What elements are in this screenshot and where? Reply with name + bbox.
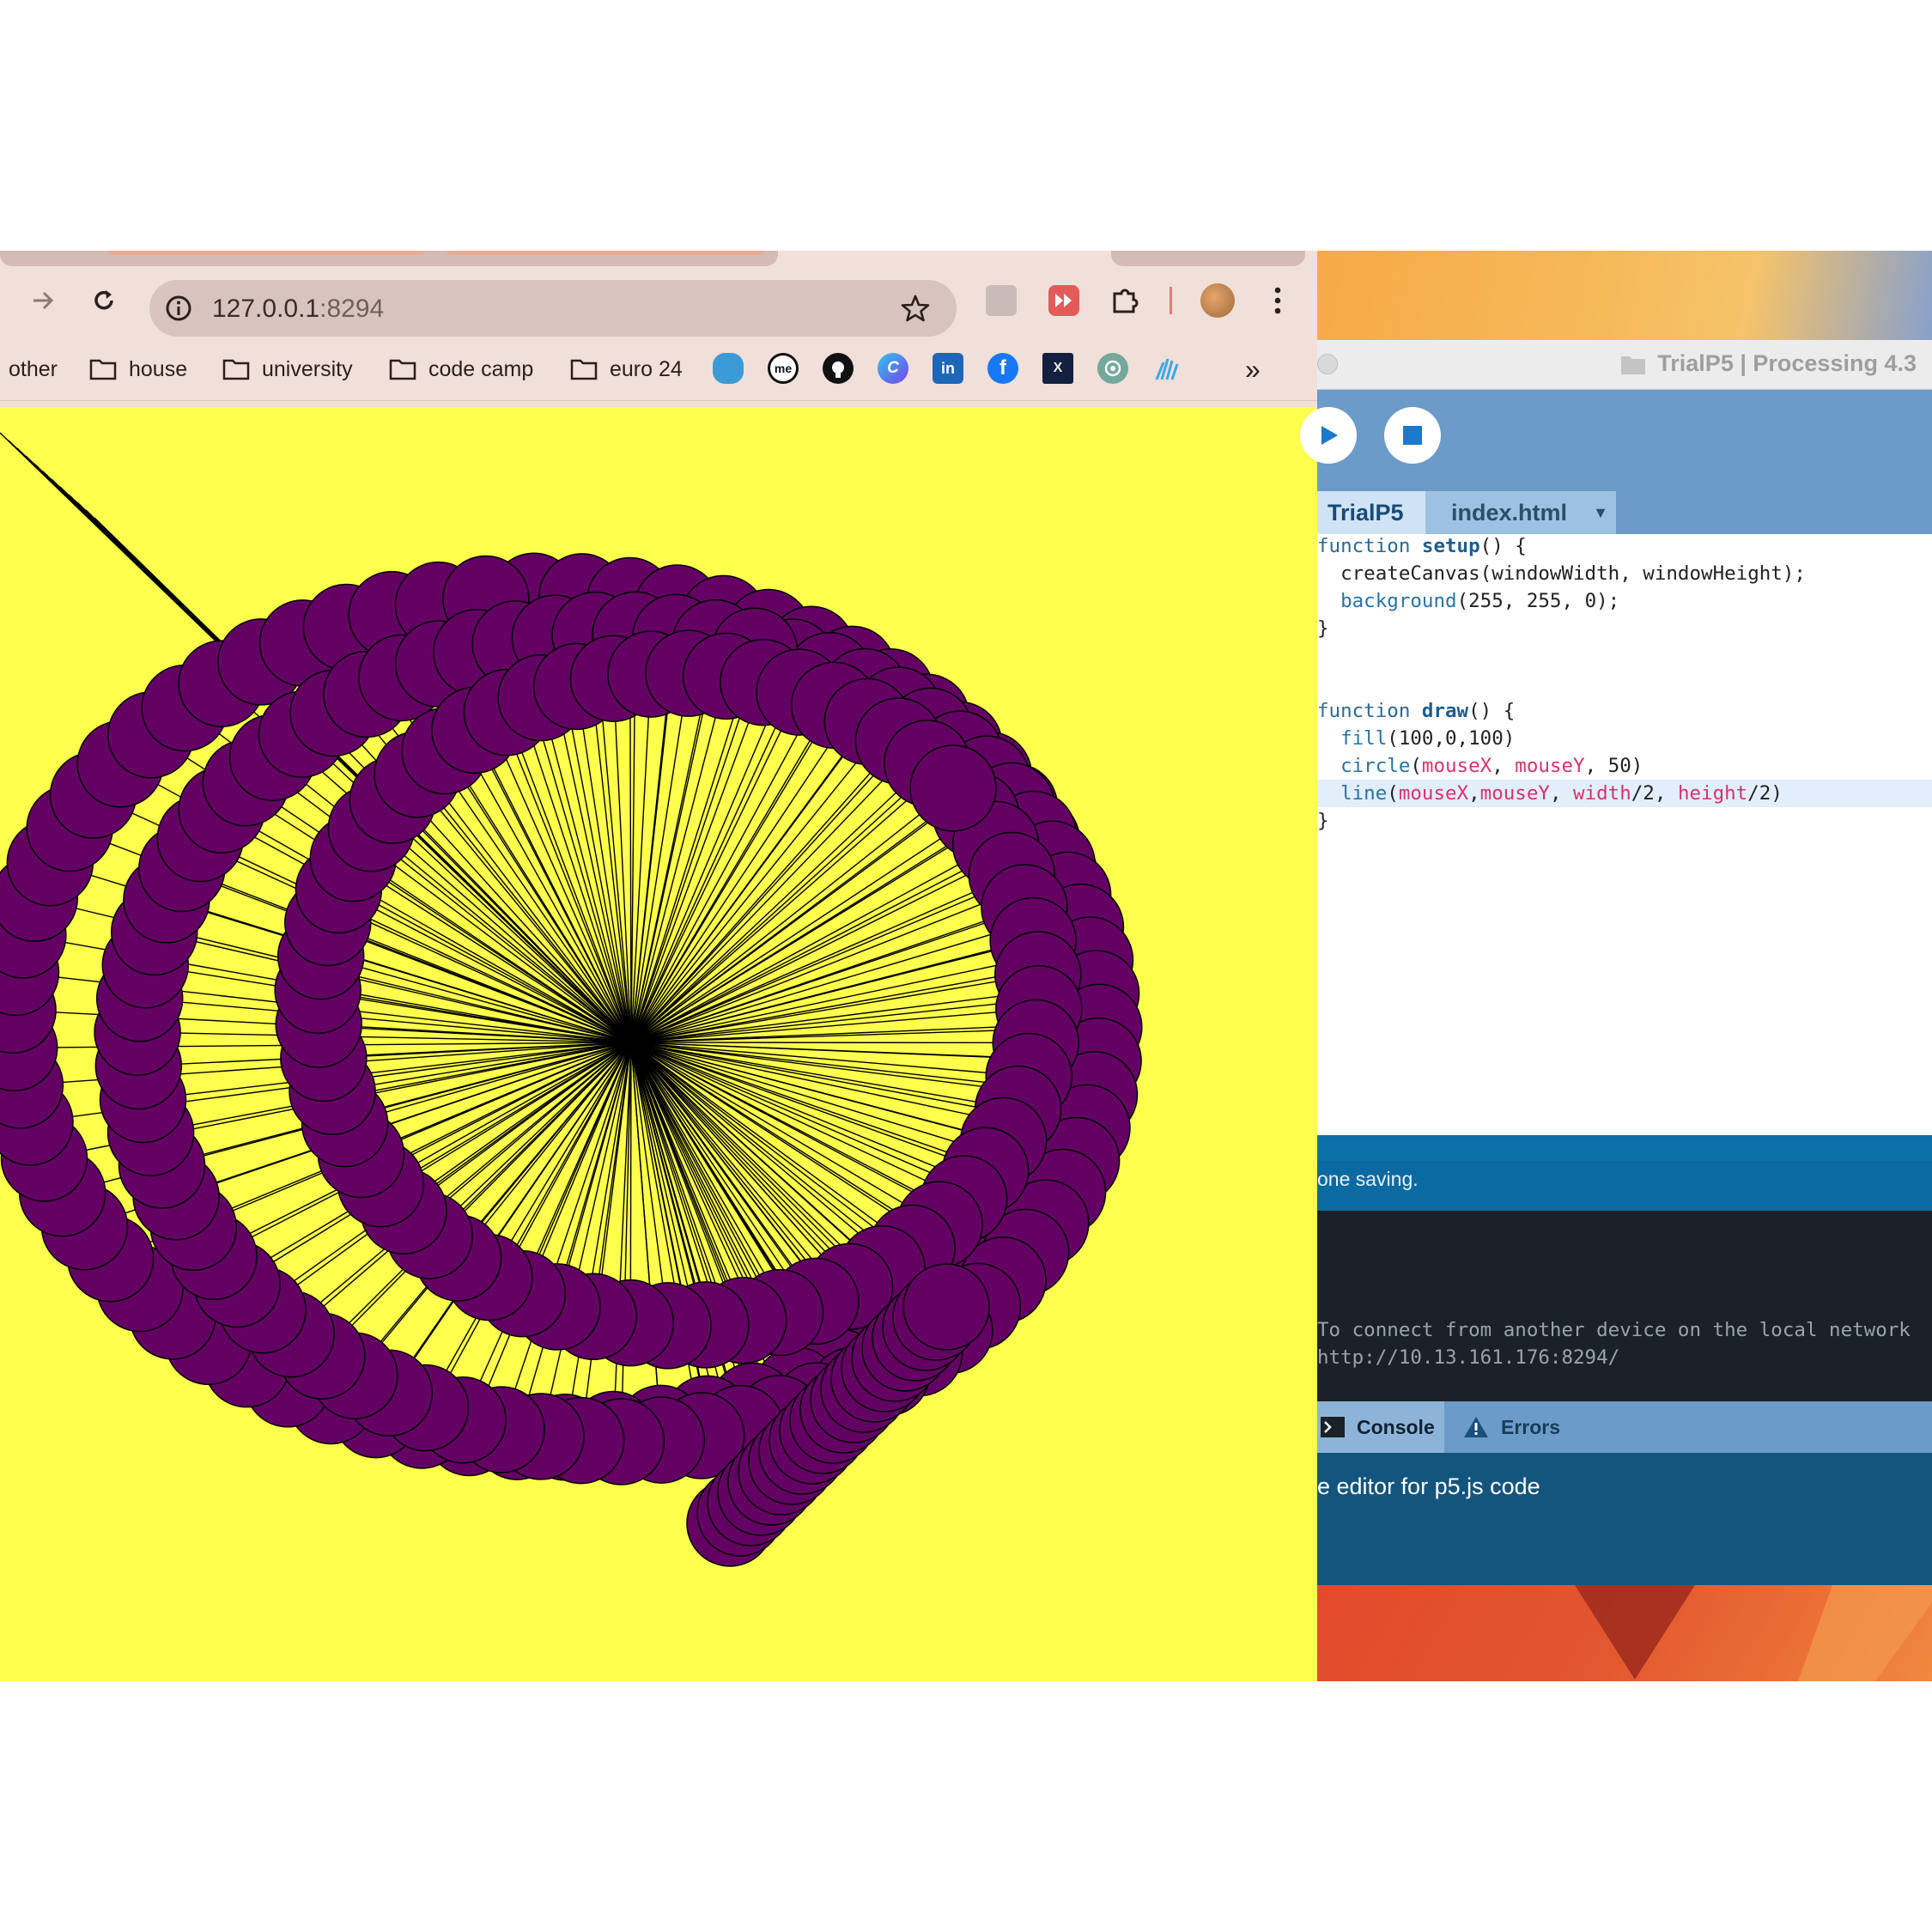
run-button[interactable] [1300,407,1357,464]
bookmark-other[interactable]: other [9,352,58,386]
p5-sketch-canvas[interactable] [0,407,1317,1681]
browser-window: 127.0.0.1:8294 other house university co… [0,251,1317,1681]
mode-description: e editor for p5.js code [1317,1473,1540,1499]
salesforce-cloud-icon[interactable] [713,353,744,384]
processing-toolbar [1300,390,1932,488]
sketch-drawing [0,432,1143,1567]
bookmark-folder-euro-24[interactable]: euro 24 [570,352,683,386]
dark-app-icon[interactable]: X [1042,353,1073,384]
code-line: background(255, 255, 0); [1340,590,1620,612]
sketch-line [370,828,632,1043]
desktop-wallpaper [1317,251,1932,340]
code-line: } [1317,617,1329,640]
code-editor[interactable]: function setup() { createCanvas(windowWi… [1317,534,1932,1135]
desktop-wallpaper-bottom [1317,1585,1932,1681]
code-line: fill(100,0,100) [1340,727,1516,750]
bookmark-star-icon[interactable] [900,293,931,324]
sparkle-icon[interactable] [1152,353,1183,384]
browser-tab[interactable] [0,251,778,266]
code-line: function draw() { [1317,700,1516,722]
window-control[interactable] [1317,354,1338,374]
arrow-right-icon [33,291,54,310]
stop-icon [1403,426,1422,445]
sketch-line [630,843,996,1043]
bookmark-folder-code-camp[interactable]: code camp [389,352,533,386]
sketch-line [630,1042,1030,1078]
sketch-line [630,1042,781,1313]
sketch-line [540,1042,632,1437]
browser-tab[interactable] [1111,251,1305,266]
sketch-circle [909,744,997,832]
c-app-icon[interactable]: C [878,353,908,384]
sketch-circle [902,1263,990,1351]
sketch-line [630,1008,1039,1043]
status-message: one saving. [1317,1168,1419,1190]
sketch-line [630,787,954,1043]
processing-window: TrialP5 | Processing 4.3 TrialP5 index.h… [1300,340,1932,1585]
address-bar[interactable]: 127.0.0.1:8294 [149,280,957,337]
sketch-line [630,939,1034,1043]
console-line: http://10.13.161.176:8294/ [1317,1346,1620,1369]
sketch-tabs: TrialP5 index.html ▼ [1317,488,1932,534]
toolbar-divider [1170,287,1172,314]
sketch-line [501,1042,632,1431]
folder-icon [389,359,416,380]
forward-button[interactable] [26,283,60,318]
kebab-menu-icon [1274,287,1281,314]
browser-toolbar: 127.0.0.1:8294 [0,266,1317,337]
bookmark-folder-university[interactable]: university [222,352,353,386]
code-line: createCanvas(windowWidth, windowHeight); [1317,562,1806,585]
url-text[interactable]: 127.0.0.1:8294 [212,295,384,324]
warning-icon [1464,1417,1488,1437]
stop-button[interactable] [1384,407,1441,464]
tab-strip [0,251,1317,266]
reload-icon [94,290,113,310]
errors-tab[interactable]: Errors [1463,1401,1560,1453]
folder-icon [89,359,117,380]
me-icon[interactable]: me [768,353,799,384]
code-line: } [1317,810,1329,832]
extensions-puzzle-button[interactable] [1109,285,1140,320]
console-tabs: Console Errors [1317,1401,1932,1453]
console-output: To connect from another device on the lo… [1317,1211,1932,1401]
browser-menu-button[interactable] [1267,283,1288,322]
linkedin-icon[interactable]: in [933,353,963,384]
sketch-line [150,1042,632,1133]
code-line: function setup() { [1317,535,1527,557]
tab-menu-button[interactable]: ▼ [1585,491,1616,534]
console-tab[interactable]: Console [1317,1401,1444,1453]
status-bar: one saving. [1317,1135,1932,1211]
processing-title-bar: TrialP5 | Processing 4.3 [1317,340,1932,390]
play-icon [1321,426,1338,445]
puzzle-icon [1113,289,1139,313]
reload-button[interactable] [87,283,121,318]
extension-a-icon[interactable] [986,285,1017,316]
chatgpt-icon[interactable] [1097,353,1128,384]
mode-description-bar: e editor for p5.js code [1317,1453,1932,1585]
tab-trialp5[interactable]: TrialP5 [1317,491,1432,534]
folder-icon [570,359,598,380]
facebook-icon[interactable]: f [987,353,1018,384]
bookmark-folder-house[interactable]: house [89,352,187,386]
sketch-line [612,1042,632,1435]
folder-icon [1621,356,1645,374]
extension-forward-icon[interactable] [1048,285,1079,316]
console-line: To connect from another device on the lo… [1317,1319,1911,1341]
folder-icon [222,359,250,380]
terminal-icon [1321,1417,1345,1437]
github-icon[interactable] [823,353,854,384]
bookmarks-bar: other house university code camp euro 24… [0,337,1317,401]
sketch-line [630,676,727,1043]
site-info-icon[interactable] [165,295,192,322]
profile-avatar[interactable] [1200,283,1235,318]
code-line: circle(mouseX, mouseY, 50) [1340,755,1643,777]
tab-index-html[interactable]: index.html [1425,491,1599,534]
window-title: TrialP5 | Processing 4.3 [1657,350,1917,376]
code-line: line(mouseX,mouseY, width/2, height/2) [1340,782,1783,805]
more-bookmarks-button[interactable]: » [1245,352,1261,386]
